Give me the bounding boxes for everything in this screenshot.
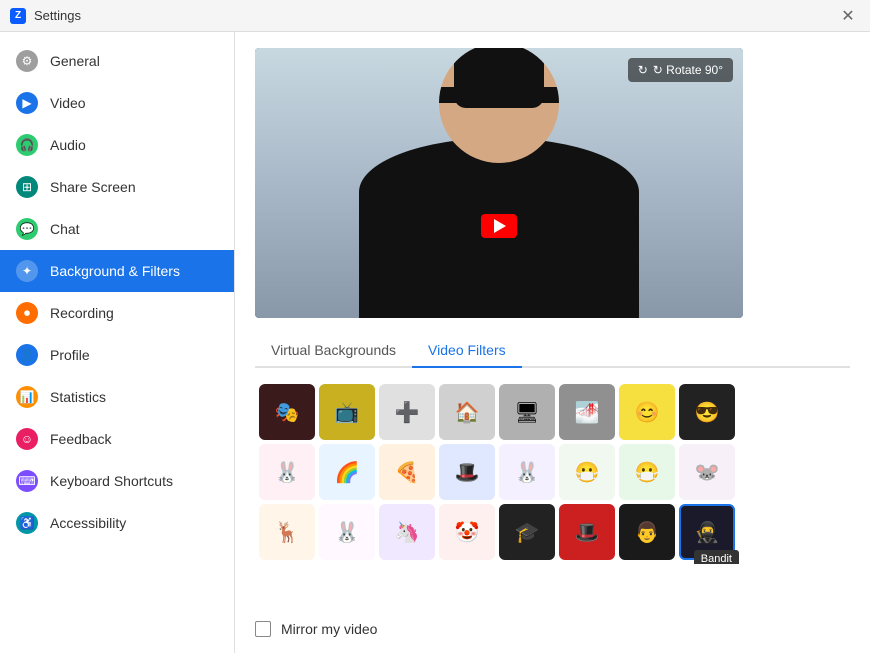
sidebar-item-video[interactable]: ▶ Video	[0, 82, 234, 124]
filter-item-f2[interactable]: 📺	[319, 384, 375, 440]
filter-item-f20[interactable]: 🤡	[439, 504, 495, 560]
sidebar-item-feedback[interactable]: ☺ Feedback	[0, 418, 234, 460]
sidebar-label-chat: Chat	[50, 221, 80, 237]
recording-icon: ⏺	[16, 302, 38, 324]
audio-icon: 🎧	[16, 134, 38, 156]
filter-item-f13[interactable]: 🐰	[499, 444, 555, 500]
sidebar-label-video: Video	[50, 95, 86, 111]
sidebar-label-recording: Recording	[50, 305, 114, 321]
person-silhouette	[255, 48, 743, 318]
background-icon: ✦	[16, 260, 38, 282]
sidebar-item-share-screen[interactable]: ⊞ Share Screen	[0, 166, 234, 208]
sidebar-item-background[interactable]: ✦ Background & Filters	[0, 250, 234, 292]
sidebar-label-feedback: Feedback	[50, 431, 111, 447]
filter-item-f17[interactable]: 🦌	[259, 504, 315, 560]
filter-item-f11[interactable]: 🍕	[379, 444, 435, 500]
title-bar: Z Settings ✕	[0, 0, 870, 32]
main-content: ↻ ↻ Rotate 90° Virtual BackgroundsVideo …	[235, 32, 870, 653]
filter-item-f23[interactable]: 👨	[619, 504, 675, 560]
filters-grid-container: 🎭📺➕🏠🖥🌁😊😎🐰🌈🍕🎩🐰😷😷🐭🦌🐰🦄🤡🎓🎩👨🥷Bandit	[255, 380, 850, 607]
sidebar-item-statistics[interactable]: 📊 Statistics	[0, 376, 234, 418]
app-icon: Z	[10, 8, 26, 24]
filter-item-f6[interactable]: 🌁	[559, 384, 615, 440]
filter-item-f21[interactable]: 🎓	[499, 504, 555, 560]
filter-item-f5[interactable]: 🖥	[499, 384, 555, 440]
filter-item-f18[interactable]: 🐰	[319, 504, 375, 560]
sidebar-label-general: General	[50, 53, 100, 69]
mirror-row: Mirror my video	[255, 621, 850, 637]
general-icon: ⚙	[16, 50, 38, 72]
feedback-icon: ☺	[16, 428, 38, 450]
sidebar-item-recording[interactable]: ⏺ Recording	[0, 292, 234, 334]
filter-item-f9[interactable]: 🐰	[259, 444, 315, 500]
sidebar-item-profile[interactable]: 👤 Profile	[0, 334, 234, 376]
profile-icon: 👤	[16, 344, 38, 366]
chat-icon: 💬	[16, 218, 38, 240]
sidebar: ⚙ General ▶ Video 🎧 Audio ⊞ Share Screen 💬 Chat ✦ B…	[0, 32, 235, 653]
filter-item-f4[interactable]: 🏠	[439, 384, 495, 440]
filter-item-f24[interactable]: 🥷	[679, 504, 735, 560]
sidebar-item-chat[interactable]: 💬 Chat	[0, 208, 234, 250]
mirror-checkbox[interactable]	[255, 621, 271, 637]
sidebar-item-audio[interactable]: 🎧 Audio	[0, 124, 234, 166]
statistics-icon: 📊	[16, 386, 38, 408]
tabs-row: Virtual BackgroundsVideo Filters	[255, 334, 850, 368]
mirror-label: Mirror my video	[281, 621, 377, 637]
sidebar-label-statistics: Statistics	[50, 389, 106, 405]
person-head	[439, 48, 559, 163]
filter-item-f16[interactable]: 🐭	[679, 444, 735, 500]
filter-item-f14[interactable]: 😷	[559, 444, 615, 500]
filters-grid: 🎭📺➕🏠🖥🌁😊😎🐰🌈🍕🎩🐰😷😷🐭🦌🐰🦄🤡🎓🎩👨🥷Bandit	[255, 380, 850, 564]
share-screen-icon: ⊞	[16, 176, 38, 198]
window-title: Settings	[34, 8, 836, 23]
sidebar-label-background: Background & Filters	[50, 263, 180, 279]
accessibility-icon: ♿	[16, 512, 38, 534]
filter-item-f3[interactable]: ➕	[379, 384, 435, 440]
sidebar-label-share-screen: Share Screen	[50, 179, 136, 195]
sidebar-label-accessibility: Accessibility	[50, 515, 126, 531]
youtube-logo	[481, 214, 517, 238]
rotate-button[interactable]: ↻ ↻ Rotate 90°	[628, 58, 733, 82]
filter-item-f15[interactable]: 😷	[619, 444, 675, 500]
filter-item-f1[interactable]: 🎭	[259, 384, 315, 440]
tab-virtual-bg[interactable]: Virtual Backgrounds	[255, 334, 412, 368]
video-preview: ↻ ↻ Rotate 90°	[255, 48, 743, 318]
filter-item-f8[interactable]: 😎	[679, 384, 735, 440]
sidebar-item-accessibility[interactable]: ♿ Accessibility	[0, 502, 234, 544]
close-button[interactable]: ✕	[836, 4, 860, 28]
tab-video-filters[interactable]: Video Filters	[412, 334, 522, 368]
filter-item-f10[interactable]: 🌈	[319, 444, 375, 500]
sidebar-item-general[interactable]: ⚙ General	[0, 40, 234, 82]
keyboard-icon: ⌨	[16, 470, 38, 492]
sidebar-item-keyboard[interactable]: ⌨ Keyboard Shortcuts	[0, 460, 234, 502]
filter-item-f19[interactable]: 🦄	[379, 504, 435, 560]
sidebar-label-keyboard: Keyboard Shortcuts	[50, 473, 173, 489]
sidebar-label-audio: Audio	[50, 137, 86, 153]
sidebar-label-profile: Profile	[50, 347, 90, 363]
filter-item-f7[interactable]: 😊	[619, 384, 675, 440]
rotate-icon: ↻	[638, 63, 648, 77]
rotate-label: ↻ Rotate 90°	[653, 63, 723, 77]
app-body: ⚙ General ▶ Video 🎧 Audio ⊞ Share Screen 💬 Chat ✦ B…	[0, 32, 870, 653]
filter-item-f12[interactable]: 🎩	[439, 444, 495, 500]
filter-item-f22[interactable]: 🎩	[559, 504, 615, 560]
mask	[454, 78, 544, 108]
video-icon: ▶	[16, 92, 38, 114]
